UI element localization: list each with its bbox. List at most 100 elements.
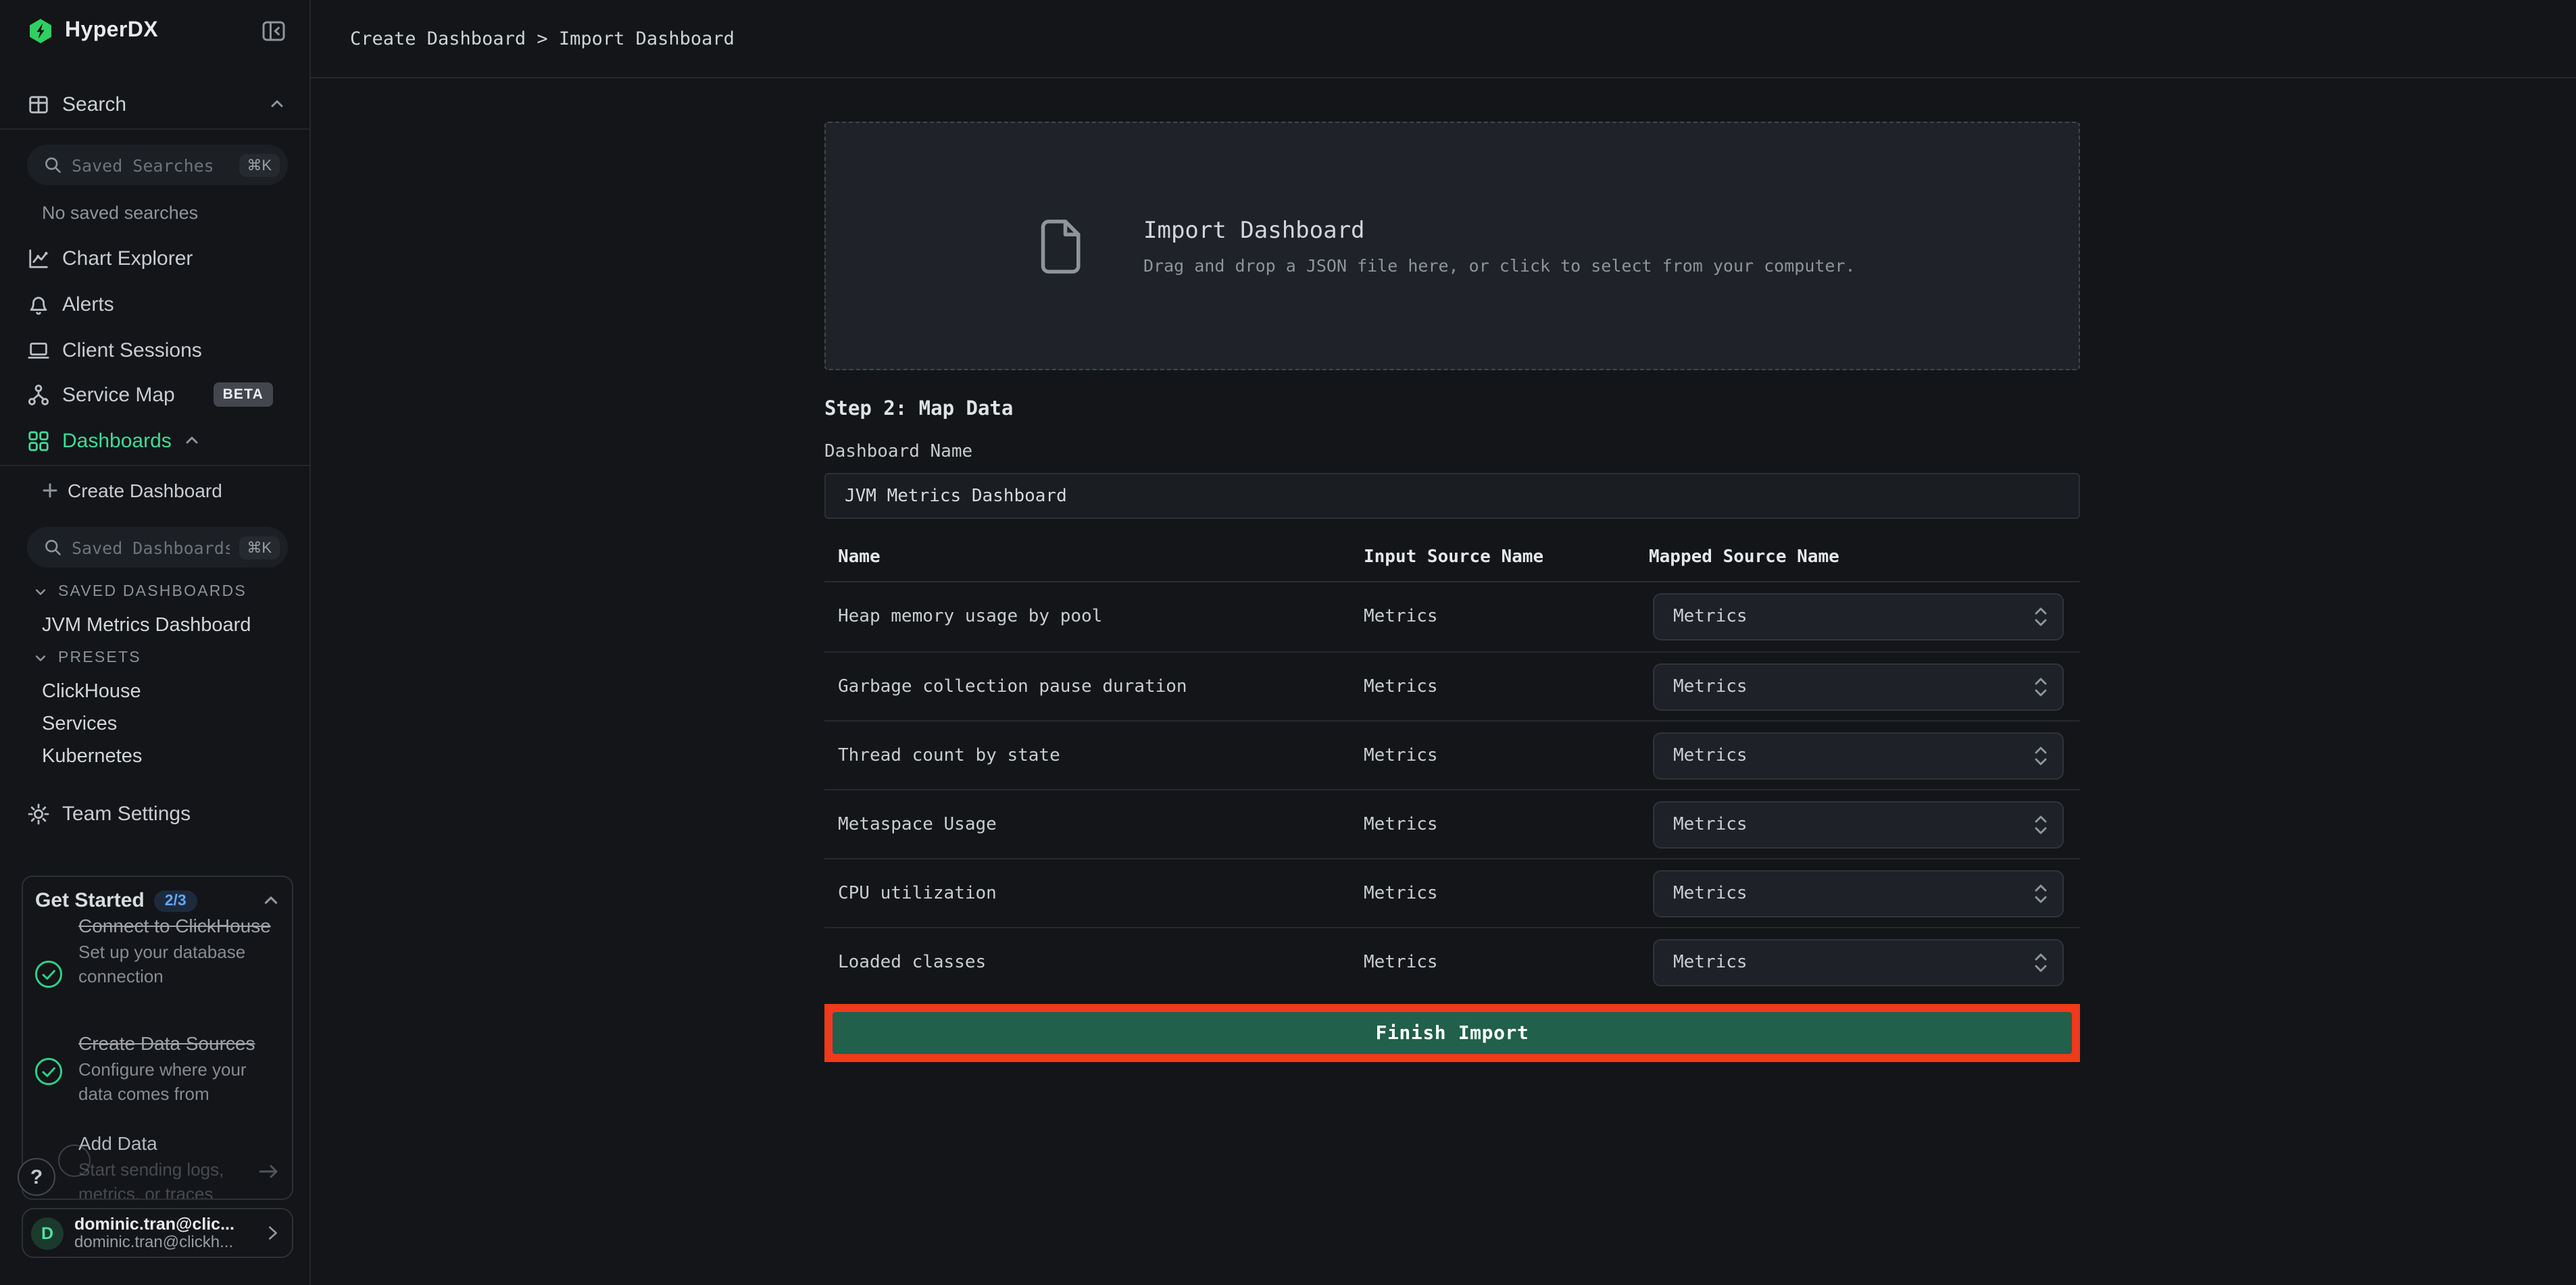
select-chevrons-icon <box>2034 607 2048 627</box>
divider <box>0 465 309 466</box>
row-name: Heap memory usage by pool <box>824 607 1364 627</box>
table-row: Metaspace Usage Metrics Metrics <box>824 789 2080 858</box>
get-started-header[interactable]: Get Started 2/3 <box>35 889 280 912</box>
dashboard-link-jvm[interactable]: JVM Metrics Dashboard <box>42 615 251 636</box>
row-mapped-source-cell: Metrics <box>1649 593 2080 640</box>
select-chevrons-icon <box>2034 676 2048 697</box>
no-saved-searches-note: No saved searches <box>42 203 198 223</box>
dropzone-text: Import Dashboard Drag and drop a JSON fi… <box>1143 217 1856 275</box>
network-icon <box>27 383 50 406</box>
chevron-up-icon[interactable] <box>262 892 280 909</box>
create-dashboard-button[interactable]: Create Dashboard <box>42 480 222 501</box>
check-circle-icon <box>34 959 64 989</box>
sidebar-item-chart-explorer[interactable]: Chart Explorer <box>0 235 309 281</box>
select-chevrons-icon <box>2034 814 2048 834</box>
group-presets[interactable]: PRESETS <box>34 650 141 666</box>
dashboard-name-label: Dashboard Name <box>824 443 2080 461</box>
preset-link-kubernetes[interactable]: Kubernetes <box>42 746 142 767</box>
saved-dashboards-input[interactable] <box>72 537 229 557</box>
sidebar-item-label: Alerts <box>62 293 114 316</box>
beta-badge: BETA <box>214 382 273 407</box>
table-row: Heap memory usage by pool Metrics Metric… <box>824 582 2080 651</box>
sidebar-item-dashboards[interactable]: Dashboards <box>0 418 309 463</box>
mapped-source-value: Metrics <box>1673 952 1748 972</box>
grid-icon <box>27 429 50 452</box>
annotation-highlight: Finish Import <box>824 1004 2080 1062</box>
row-mapped-source-cell: Metrics <box>1649 801 2080 848</box>
sidebar-item-label: Client Sessions <box>62 338 202 361</box>
chart-icon <box>27 247 50 270</box>
chevron-down-icon <box>34 651 47 665</box>
file-icon <box>1039 217 1084 275</box>
sidebar-item-client-sessions[interactable]: Client Sessions <box>0 327 309 373</box>
sidebar-item-alerts[interactable]: Alerts <box>0 281 309 327</box>
get-started-item[interactable]: Connect to ClickHouse Set up your databa… <box>78 913 281 988</box>
chevron-up-icon[interactable] <box>184 432 200 449</box>
row-mapped-source-cell: Metrics <box>1649 732 2080 779</box>
top-bar: Create Dashboard > Import Dashboard <box>311 0 2576 78</box>
collapse-sidebar-icon[interactable] <box>262 20 285 42</box>
main-area: Create Dashboard > Import Dashboard Impo… <box>311 0 2576 1285</box>
row-mapped-source-cell: Metrics <box>1649 938 2080 986</box>
group-label-text: SAVED DASHBOARDS <box>58 584 247 600</box>
sidebar-item-label: Team Settings <box>62 802 191 825</box>
step-description: Configure where your data comes from <box>78 1058 281 1105</box>
saved-searches-search[interactable]: ⌘K <box>27 145 288 185</box>
step-heading: Step 2: Map Data <box>824 400 2080 420</box>
breadcrumb: Create Dashboard > Import Dashboard <box>350 28 735 49</box>
preset-link-services[interactable]: Services <box>42 713 117 735</box>
get-started-item[interactable]: Create Data Sources Configure where your… <box>78 1031 281 1105</box>
row-input-source-name: Metrics <box>1364 814 1649 834</box>
sidebar-item-team-settings[interactable]: Team Settings <box>0 790 309 836</box>
get-started-item[interactable]: Add Data Start sending logs, metrics, or… <box>78 1131 281 1200</box>
mapped-source-select[interactable]: Metrics <box>1653 732 2064 779</box>
sidebar-item-search[interactable]: Search <box>0 81 309 127</box>
step-title: Connect to ClickHouse <box>78 913 281 938</box>
table-icon <box>27 93 50 116</box>
table-row: Loaded classes Metrics Metrics <box>824 927 2080 996</box>
table-body: Heap memory usage by pool Metrics Metric… <box>824 582 2080 996</box>
import-panel: Import Dashboard Drag and drop a JSON fi… <box>824 78 2080 1062</box>
mapped-source-select[interactable]: Metrics <box>1653 801 2064 848</box>
finish-import-button[interactable]: Finish Import <box>833 1012 2072 1054</box>
app-title: HyperDX <box>65 19 158 43</box>
check-circle-icon <box>34 1057 64 1086</box>
dashboard-name-input[interactable] <box>824 473 2080 519</box>
chevron-up-icon[interactable] <box>269 96 285 112</box>
mapped-source-select[interactable]: Metrics <box>1653 938 2064 986</box>
step-description: Set up your database connection <box>78 940 281 988</box>
dropzone-subtitle: Drag and drop a JSON file here, or click… <box>1143 255 1856 275</box>
bell-icon <box>27 293 50 316</box>
table-row: CPU utilization Metrics Metrics <box>824 858 2080 927</box>
sidebar: HyperDX Search ⌘K <box>0 0 311 1285</box>
import-dropzone[interactable]: Import Dashboard Drag and drop a JSON fi… <box>824 122 2080 370</box>
row-mapped-source-cell: Metrics <box>1649 870 2080 917</box>
mapped-source-value: Metrics <box>1673 607 1748 627</box>
sidebar-item-service-map[interactable]: Service Map BETA <box>0 372 309 418</box>
arrow-right-icon <box>258 1163 280 1180</box>
user-email: dominic.tran@clickh... <box>74 1234 253 1251</box>
sidebar-item-label: Service Map <box>62 383 175 406</box>
saved-searches-input[interactable] <box>72 155 229 175</box>
mapped-source-value: Metrics <box>1673 676 1748 697</box>
get-started-title: Get Started <box>35 889 145 912</box>
chevron-right-icon <box>264 1224 281 1242</box>
shortcut-badge: ⌘K <box>239 153 280 176</box>
mapped-source-select[interactable]: Metrics <box>1653 663 2064 710</box>
table-row: Garbage collection pause duration Metric… <box>824 651 2080 720</box>
gear-icon <box>27 802 50 825</box>
mapped-source-select[interactable]: Metrics <box>1653 593 2064 640</box>
group-saved-dashboards[interactable]: SAVED DASHBOARDS <box>34 584 247 600</box>
user-menu[interactable]: D dominic.tran@clic... dominic.tran@clic… <box>22 1208 293 1258</box>
select-chevrons-icon <box>2034 745 2048 765</box>
step-title: Create Data Sources <box>78 1031 281 1055</box>
saved-dashboards-search[interactable]: ⌘K <box>27 527 288 568</box>
search-icon <box>43 155 62 174</box>
row-input-source-name: Metrics <box>1364 676 1649 697</box>
mapped-source-select[interactable]: Metrics <box>1653 870 2064 917</box>
step-title: Add Data <box>78 1131 281 1155</box>
plus-icon <box>42 482 58 499</box>
preset-link-clickhouse[interactable]: ClickHouse <box>42 681 141 703</box>
create-dashboard-label: Create Dashboard <box>68 480 222 501</box>
help-button[interactable]: ? <box>18 1158 55 1196</box>
